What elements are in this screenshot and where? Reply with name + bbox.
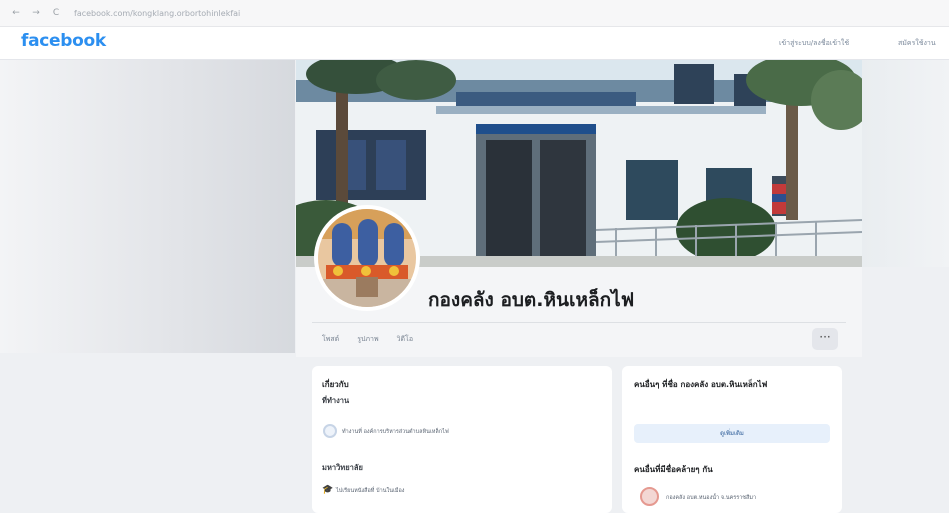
- register-link[interactable]: สมัครใช้งาน: [898, 38, 936, 49]
- background-right: [862, 60, 949, 267]
- login-link[interactable]: เข้าสู่ระบบ/ลงชื่อเข้าใช้: [779, 38, 849, 49]
- page-title: กองคลัง อบต.หินเหล็กไฟ: [428, 289, 635, 311]
- education-text[interactable]: ไปเรียนหนังสือที่ บ้านในเมือง: [336, 487, 404, 495]
- briefcase-icon: [323, 424, 337, 438]
- intro-title: เกี่ยวกับ: [322, 380, 349, 389]
- tab-photos[interactable]: รูปภาพ: [357, 334, 378, 345]
- workplace-text[interactable]: ทำงานที่ องค์การบริหารส่วนตำบลหินเหล็กไฟ: [342, 428, 449, 436]
- top-navbar: facebook เข้าสู่ระบบ/ลงชื่อเข้าใช้ สมัคร…: [0, 27, 949, 60]
- browser-toolbar: ← → C facebook.com/kongklang.orbortohinl…: [0, 0, 949, 27]
- background-left: [0, 60, 295, 353]
- workplace-heading: ที่ทำงาน: [322, 396, 350, 405]
- profile-tabs: โพสต์ รูปภาพ วิดีโอ: [322, 334, 413, 345]
- browser-nav: ← → C: [10, 8, 62, 18]
- tab-posts[interactable]: โพสต์: [322, 334, 339, 345]
- similar-names-title: คนอื่นที่มีชื่อคล้ายๆ กัน: [634, 465, 713, 474]
- forward-icon[interactable]: →: [30, 8, 42, 18]
- reload-icon[interactable]: C: [50, 8, 62, 18]
- tabs-divider: [312, 322, 846, 323]
- avatar-image: [318, 209, 416, 307]
- profile-avatar[interactable]: [314, 205, 420, 311]
- tab-videos[interactable]: วิดีโอ: [397, 334, 413, 345]
- facebook-logo[interactable]: facebook: [21, 31, 106, 51]
- see-more-button[interactable]: ดูเพิ่มเติม: [634, 424, 830, 443]
- person-name[interactable]: กองคลัง อบต.หนองน้ำ จ.นครราชสีมา: [666, 494, 756, 502]
- education-heading: มหาวิทยาลัย: [322, 463, 363, 472]
- graduation-cap-icon: 🎓: [322, 485, 334, 495]
- more-options-button[interactable]: ···: [812, 328, 838, 350]
- person-avatar[interactable]: [640, 487, 659, 506]
- back-icon[interactable]: ←: [10, 8, 22, 18]
- address-bar[interactable]: facebook.com/kongklang.orbortohinlekfai: [74, 9, 240, 18]
- others-title: คนอื่นๆ ที่ชื่อ กองคลัง อบต.หินเหล็กไฟ: [634, 380, 768, 389]
